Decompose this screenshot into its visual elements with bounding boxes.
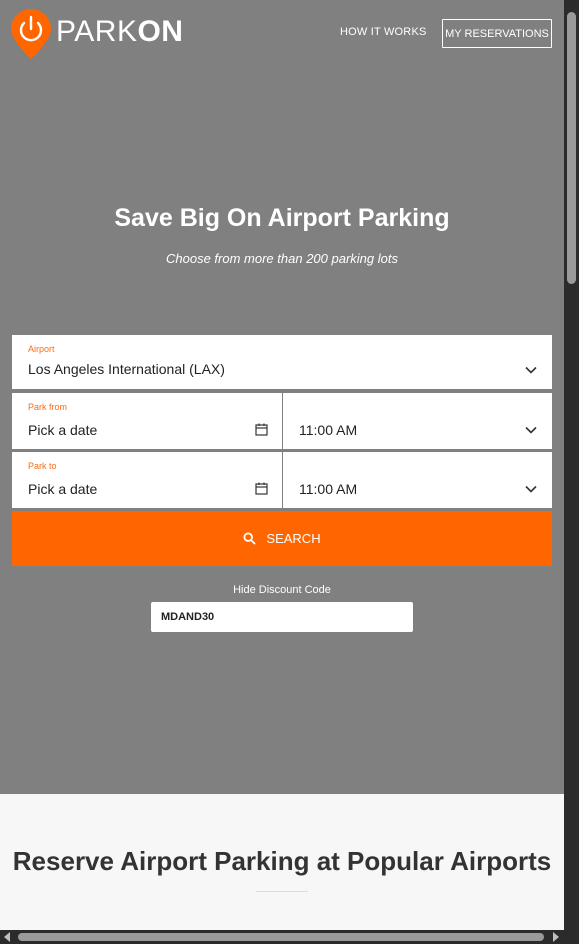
park-from-time-value: 11:00 AM <box>299 422 358 438</box>
park-from-time-select[interactable]: 11:00 AM <box>283 393 552 449</box>
chevron-down-icon <box>524 423 538 437</box>
hide-discount-code-link[interactable]: Hide Discount Code <box>0 584 564 596</box>
vertical-scrollbar-thumb[interactable] <box>567 12 576 284</box>
search-button-label: SEARCH <box>266 531 321 546</box>
scroll-left-arrow-icon[interactable] <box>4 932 10 942</box>
park-to-time-select[interactable]: 11:00 AM <box>283 452 552 508</box>
park-to-time-value: 11:00 AM <box>299 481 358 497</box>
popular-airports-heading: Reserve Airport Parking at Popular Airpo… <box>12 846 552 876</box>
chevron-down-icon <box>524 363 538 377</box>
page-viewport: PARKON HOW IT WORKS MY RESERVATIONS Save… <box>0 0 564 930</box>
parkon-logo[interactable]: PARKON <box>10 8 183 60</box>
park-from-date-value: Pick a date <box>28 422 98 438</box>
park-to-date-value: Pick a date <box>28 481 98 497</box>
heading-divider <box>256 891 308 892</box>
airport-label: Airport <box>28 344 55 354</box>
page-title: Save Big On Airport Parking <box>114 204 450 232</box>
chevron-down-icon <box>524 482 538 496</box>
park-from-date-field[interactable]: Park from Pick a date <box>12 393 282 449</box>
calendar-icon[interactable] <box>255 423 269 437</box>
discount-code-input[interactable] <box>151 602 413 632</box>
power-pin-icon <box>10 8 52 60</box>
scroll-right-arrow-icon[interactable] <box>553 932 559 942</box>
search-icon <box>243 532 256 545</box>
park-from-label: Park from <box>28 402 68 412</box>
calendar-icon[interactable] <box>255 482 269 496</box>
park-to-date-field[interactable]: Park to Pick a date <box>12 452 282 508</box>
airport-select[interactable]: Airport Los Angeles International (LAX) <box>12 335 552 389</box>
page-subtitle: Choose from more than 200 parking lots <box>166 251 398 266</box>
search-button[interactable]: SEARCH <box>12 511 552 566</box>
my-reservations-button[interactable]: MY RESERVATIONS <box>442 19 552 48</box>
airport-value: Los Angeles International (LAX) <box>28 361 225 377</box>
brand-name: PARKON <box>56 15 184 48</box>
hero-section: PARKON HOW IT WORKS MY RESERVATIONS Save… <box>0 0 564 794</box>
nav-how-it-works[interactable]: HOW IT WORKS <box>340 26 427 38</box>
park-to-label: Park to <box>28 461 57 471</box>
horizontal-scrollbar-thumb[interactable] <box>18 933 544 941</box>
